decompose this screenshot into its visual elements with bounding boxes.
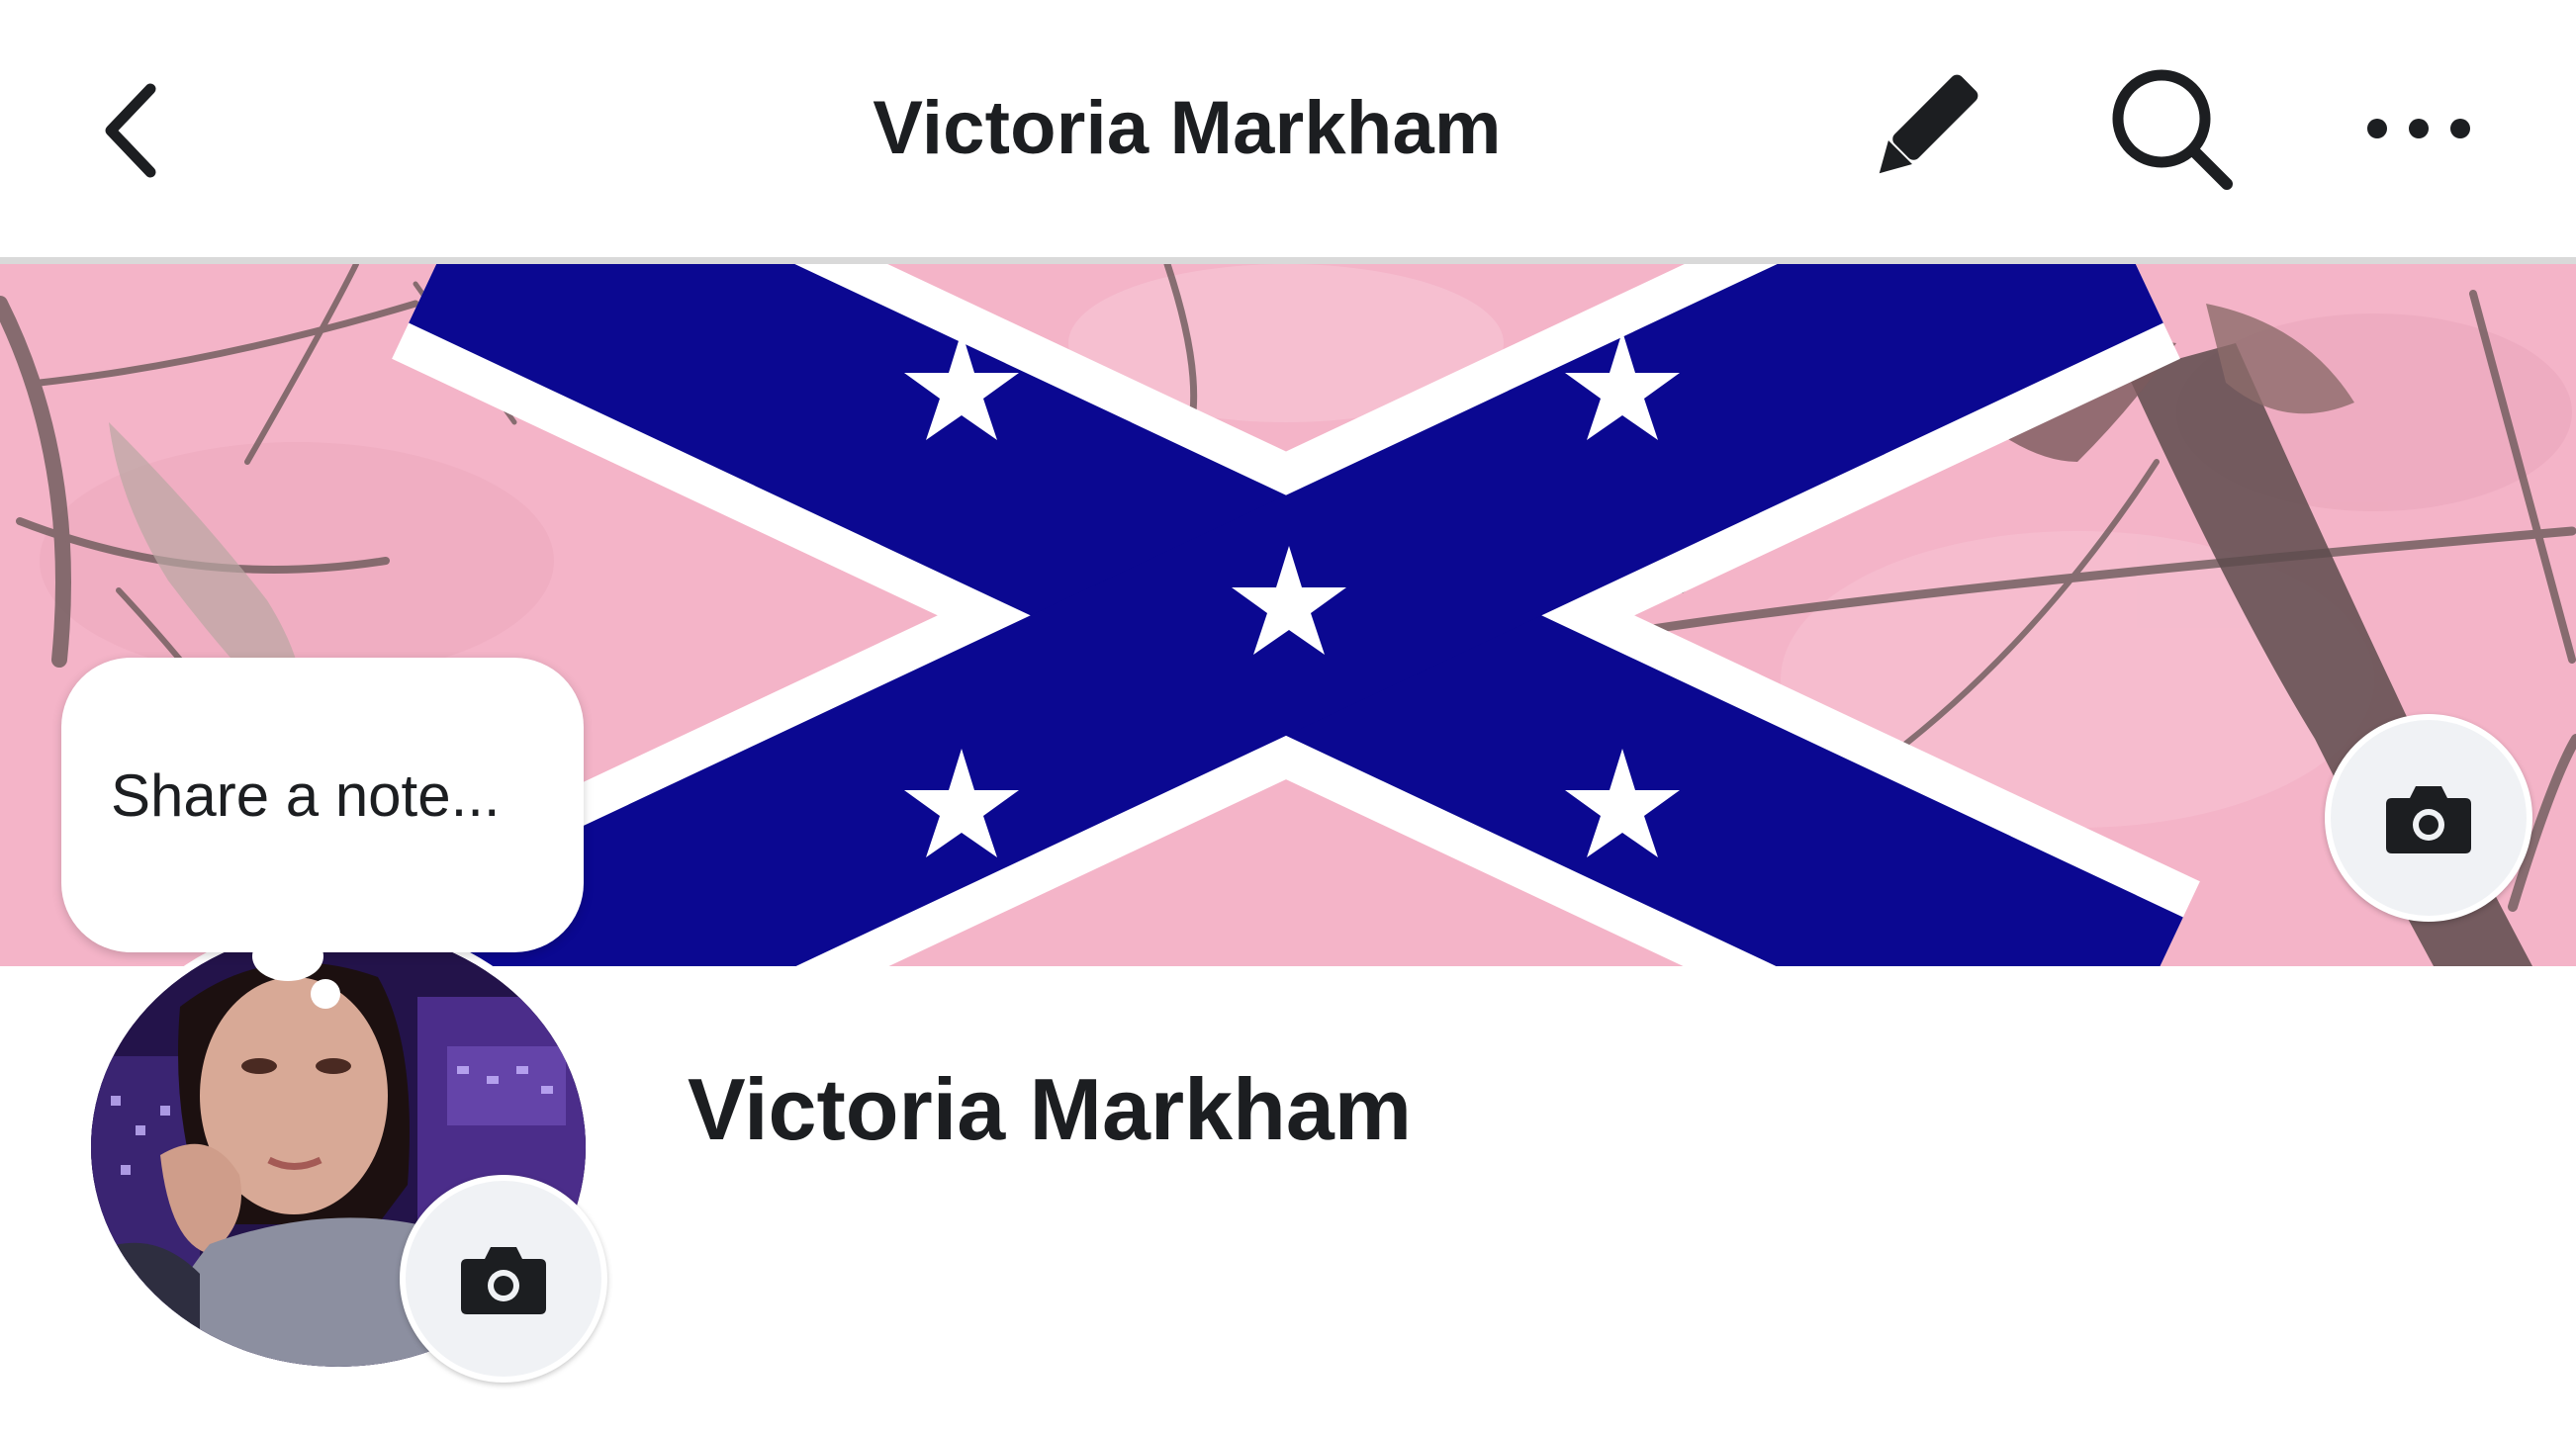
- chevron-left-icon: [105, 83, 156, 178]
- edit-cover-photo-button[interactable]: [2325, 714, 2532, 922]
- profile-name: Victoria Markham: [688, 1060, 1413, 1158]
- note-bubble-tail: [252, 932, 323, 981]
- search-button[interactable]: [2087, 54, 2255, 203]
- search-icon: [2112, 69, 2233, 190]
- edit-profile-picture-button[interactable]: [400, 1175, 607, 1383]
- top-app-bar: Victoria Markham: [0, 0, 2576, 259]
- more-options-button[interactable]: [2335, 54, 2503, 203]
- camera-icon: [461, 1247, 546, 1314]
- page-title: Victoria Markham: [873, 86, 1502, 170]
- back-button[interactable]: [69, 54, 198, 203]
- profile-screen: Victoria Markham Share a note... Victori…: [0, 0, 2576, 1432]
- pencil-icon: [1879, 74, 1978, 174]
- edit-button[interactable]: [1840, 54, 2008, 203]
- note-bubble-tail-dot: [311, 979, 340, 1009]
- share-note-bubble[interactable]: Share a note...: [61, 658, 584, 952]
- header-divider: [0, 257, 2576, 264]
- more-horizontal-icon: [2367, 119, 2470, 138]
- share-note-placeholder: Share a note...: [111, 762, 501, 829]
- camera-icon: [2386, 786, 2471, 853]
